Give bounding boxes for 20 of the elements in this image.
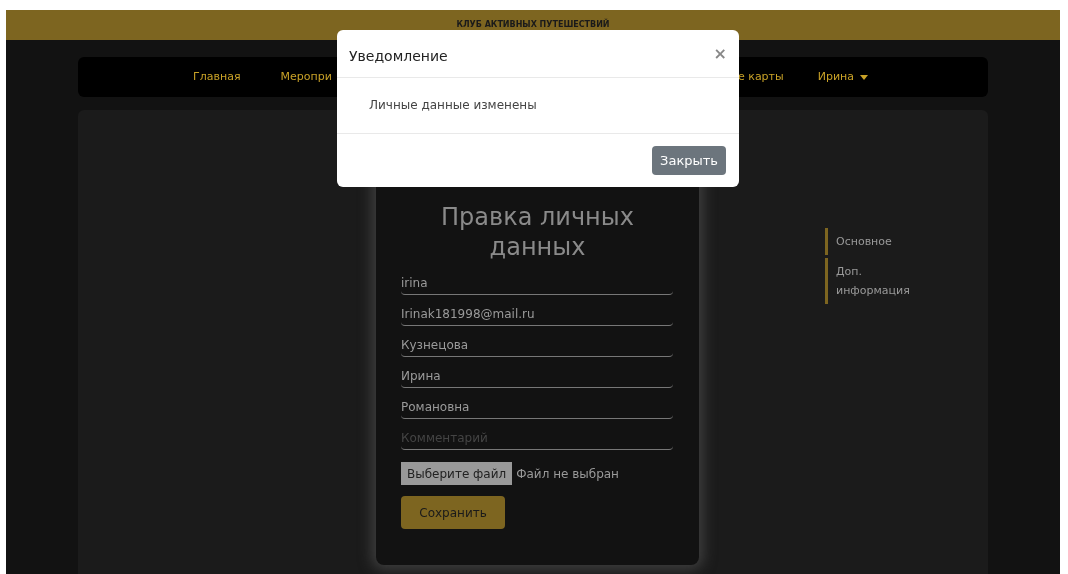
dialog-title: Уведомление	[349, 47, 448, 66]
side-menu-item[interactable]: Основное	[825, 228, 925, 255]
input-field[interactable]: Романовна	[401, 396, 673, 419]
user-menu[interactable]: Ирина	[817, 68, 868, 86]
file-status: Файл не выбран	[516, 465, 619, 483]
form-title: Правка личных данных	[440, 202, 635, 262]
input-field[interactable]: Кузнецова	[401, 334, 673, 357]
club-title: КЛУБ АКТИВНЫХ ПУТЕШЕСТВИЙ	[456, 19, 610, 31]
nav-link[interactable]: Меропри	[280, 68, 332, 86]
input-field[interactable]: Ирина	[401, 365, 673, 388]
choose-file-button[interactable]: Выберите файл	[401, 462, 513, 485]
caret-icon	[860, 74, 868, 80]
side-menu-item[interactable]: Доп. информация	[825, 258, 925, 304]
dialog-message: Личные данные изменены	[369, 98, 537, 112]
input-field[interactable]: irina	[401, 272, 673, 295]
nav-link[interactable]: Главная	[193, 68, 241, 86]
close-button[interactable]: ×	[713, 45, 727, 62]
nav-link[interactable]: е карты	[737, 68, 784, 86]
close-dialog-button[interactable]: Закрыть	[652, 146, 726, 175]
input-field[interactable]: Irinak181998@mail.ru	[401, 303, 673, 326]
